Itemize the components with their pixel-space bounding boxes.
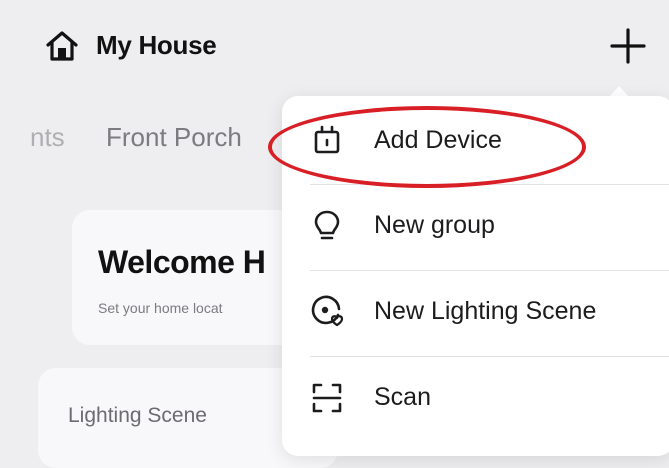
header: My House [0,0,669,100]
welcome-subtitle: Set your home locat [98,300,223,316]
lighting-scene-icon [311,295,344,327]
menu-item-label: Scan [374,383,431,411]
menu-item-scan[interactable]: Scan [282,357,669,441]
welcome-title: Welcome H [98,244,266,280]
lighting-scene-title: Lighting Scene [68,404,207,427]
menu-item-new-lighting-scene[interactable]: New Lighting Scene [282,271,669,355]
page-title: My House [96,30,217,60]
add-device-icon [314,125,340,154]
lightbulb-icon [314,210,340,240]
menu-item-label: New group [374,211,495,239]
add-menu: Add Device New group New Lighting Scene … [282,96,669,456]
menu-item-new-group[interactable]: New group [282,185,669,269]
menu-item-label: Add Device [374,126,502,154]
add-button[interactable] [606,24,650,68]
plus-icon [610,28,646,64]
tab-front-porch[interactable]: Front Porch [106,122,242,153]
tab-partial[interactable]: nts [30,122,65,153]
scan-icon [312,383,342,413]
home-icon [46,31,78,61]
menu-item-add-device[interactable]: Add Device [282,100,669,184]
menu-item-label: New Lighting Scene [374,297,597,325]
